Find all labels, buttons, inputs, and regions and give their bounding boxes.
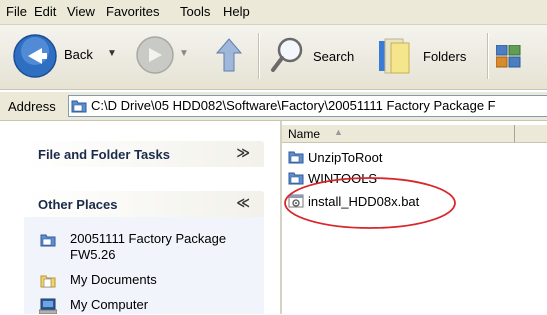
column-name-label: Name — [288, 127, 321, 141]
toolbar-separator — [487, 33, 488, 79]
menu-tools[interactable]: Tools — [180, 4, 210, 19]
my-computer-icon — [39, 298, 57, 314]
file-list-pane: Name ▲ UnzipToRoot WINTOOLS install_HDD0… — [282, 121, 547, 314]
other-places-body: 20051111 Factory Package FW5.26 My Docum… — [24, 217, 264, 314]
chevron-down-icon[interactable]: ≫ — [236, 145, 250, 161]
search-label: Search — [313, 49, 355, 64]
task-pane: File and Folder Tasks ≫ Other Places ≪ 2… — [0, 121, 280, 314]
address-label: Address — [8, 99, 56, 114]
address-field[interactable]: C:\D Drive\05 HDD082\Software\Factory\20… — [68, 95, 547, 117]
sort-ascending-icon: ▲ — [334, 127, 343, 137]
back-arrow-icon — [13, 34, 57, 78]
menu-edit[interactable]: Edit — [34, 4, 56, 19]
batch-file-icon — [288, 194, 304, 208]
menu-bar: File Edit View Favorites Tools Help — [0, 0, 547, 25]
my-documents-icon — [40, 275, 56, 288]
other-places-title: Other Places — [38, 197, 118, 212]
other-places-header[interactable]: Other Places ≪ — [24, 191, 264, 217]
folders-label: Folders — [423, 49, 467, 64]
menu-view[interactable]: View — [67, 4, 95, 19]
search-icon — [271, 37, 303, 72]
file-name: WINTOOLS — [308, 171, 378, 186]
list-item[interactable]: install_HDD08x.bat — [288, 193, 488, 211]
folders-icon — [379, 38, 410, 74]
forward-arrow-icon — [136, 36, 174, 74]
back-button[interactable]: Back ▼ — [12, 31, 132, 83]
column-divider[interactable] — [514, 125, 515, 142]
forward-dropdown-icon[interactable]: ▼ — [179, 48, 189, 59]
forward-button[interactable]: ▼ — [135, 33, 195, 79]
address-text: C:\D Drive\05 HDD082\Software\Factory\20… — [91, 98, 496, 113]
menu-file[interactable]: File — [6, 4, 27, 19]
folder-icon — [288, 172, 304, 185]
back-label: Back — [64, 47, 93, 62]
toolbar: Back ▼ ▼ Search Folders — [0, 25, 547, 90]
place-label: My Computer — [70, 297, 149, 312]
menu-favorites[interactable]: Favorites — [106, 4, 159, 19]
place-label: My Documents — [70, 272, 157, 287]
place-parent-folder[interactable]: 20051111 Factory Package FW5.26 — [24, 231, 264, 265]
menu-help[interactable]: Help — [223, 4, 250, 19]
file-name: UnzipToRoot — [308, 150, 383, 165]
place-my-documents[interactable]: My Documents — [24, 272, 264, 290]
place-label: 20051111 Factory Package — [70, 231, 227, 246]
search-button[interactable]: Search — [270, 33, 362, 81]
folders-button[interactable]: Folders — [375, 33, 475, 81]
chevron-up-icon[interactable]: ≪ — [236, 195, 250, 211]
place-my-computer[interactable]: My Computer — [24, 297, 264, 315]
list-item[interactable]: UnzipToRoot — [288, 149, 488, 167]
views-icon[interactable] — [496, 45, 522, 69]
file-folder-tasks-header[interactable]: File and Folder Tasks ≫ — [24, 141, 264, 167]
folder-icon — [40, 234, 56, 247]
up-folder-icon[interactable] — [214, 35, 244, 75]
column-header-name[interactable]: Name ▲ — [282, 125, 547, 143]
folder-icon — [71, 100, 87, 113]
back-dropdown-icon[interactable]: ▼ — [107, 48, 117, 59]
file-folder-tasks-title: File and Folder Tasks — [38, 147, 170, 162]
toolbar-separator — [258, 33, 259, 79]
place-label-line2: FW5.26 — [70, 247, 116, 262]
address-bar: Address C:\D Drive\05 HDD082\Software\Fa… — [0, 92, 547, 121]
folder-icon — [288, 151, 304, 164]
file-name: install_HDD08x.bat — [308, 194, 420, 209]
list-item[interactable]: WINTOOLS — [288, 170, 488, 188]
